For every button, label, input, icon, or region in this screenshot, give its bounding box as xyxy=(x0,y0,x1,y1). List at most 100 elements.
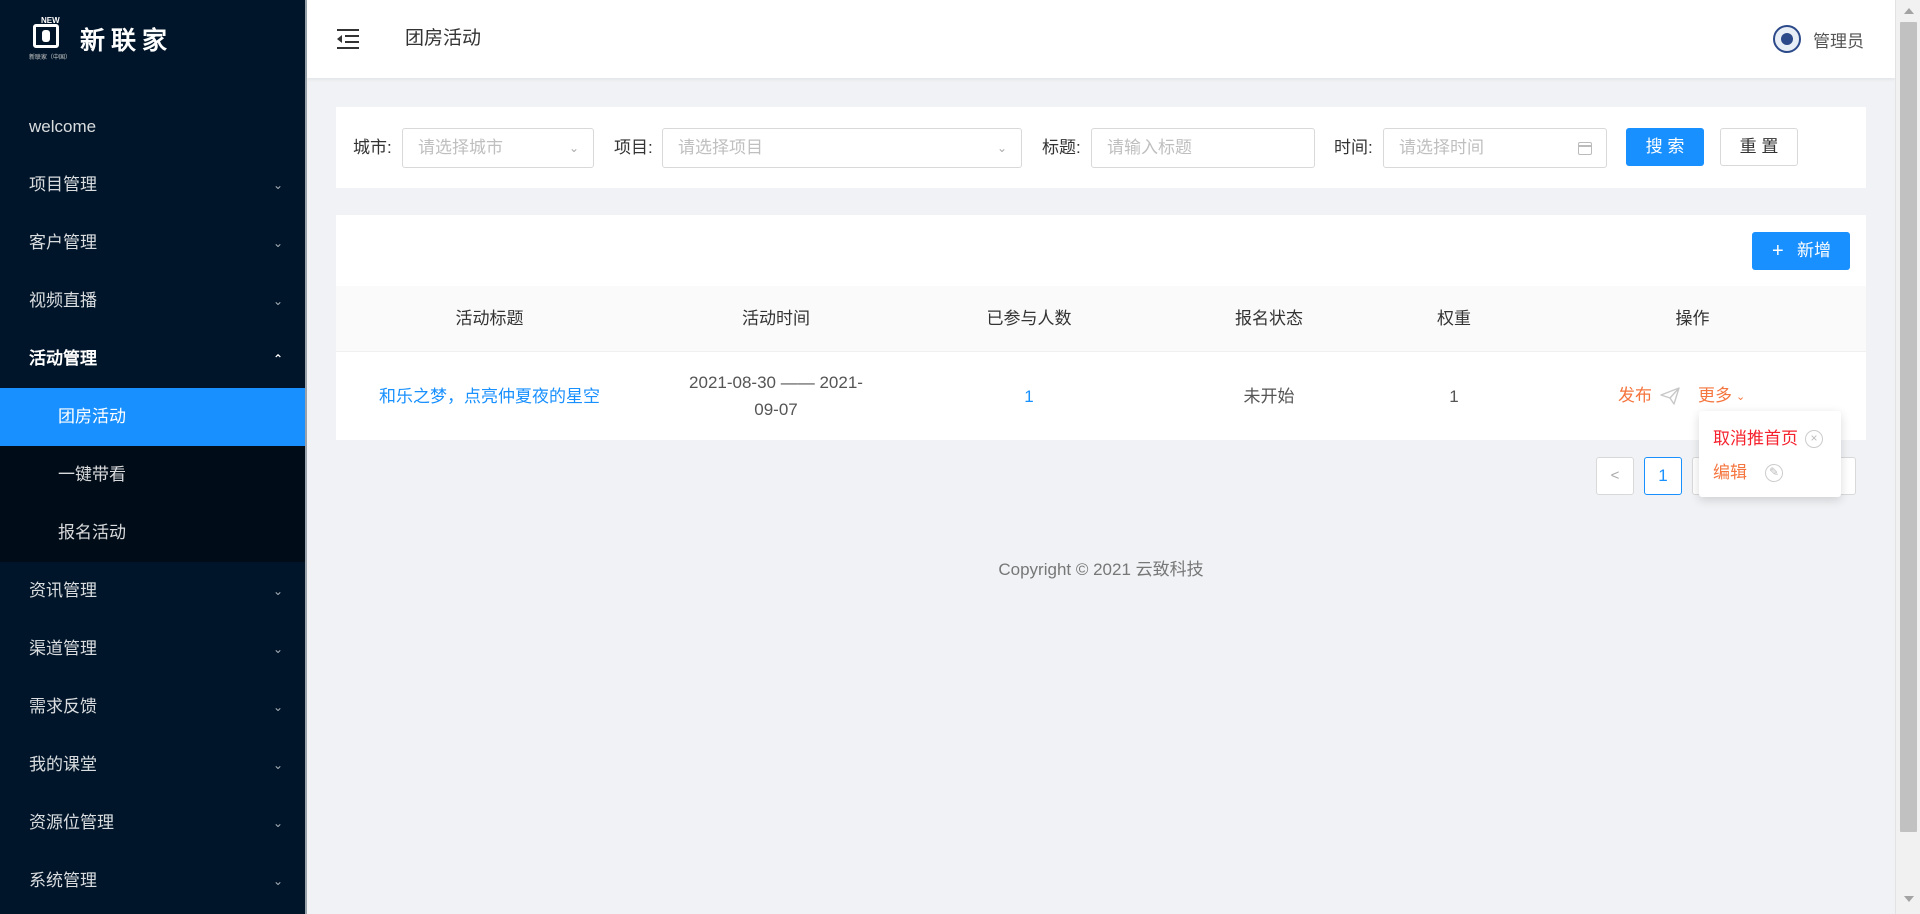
send-icon xyxy=(1660,387,1680,405)
sidebar-item-label: 资源位管理 xyxy=(29,813,114,832)
sidebar-item-system[interactable]: 系统管理 ⌄ xyxy=(0,852,307,910)
top-header: 团房活动 管理员 xyxy=(307,0,1895,78)
pagination-prev-button[interactable]: < xyxy=(1596,457,1634,495)
sidebar-item-label: 一键带看 xyxy=(58,465,126,484)
unpin-homepage-menu-item[interactable]: 取消推首页 xyxy=(1713,424,1798,454)
city-placeholder: 请选择城市 xyxy=(418,138,503,157)
filter-form: 城市: 请选择城市 ⌄ 项目: 请选择项目 ⌄ 标题: 请输入标题 时间: 请选… xyxy=(336,107,1866,188)
page-scrollbar[interactable] xyxy=(1895,0,1920,914)
sidebar-item-news[interactable]: 资讯管理 ⌄ xyxy=(0,562,307,620)
weight-value: 1 xyxy=(1449,386,1459,406)
chevron-up-icon: ⌃ xyxy=(272,352,283,366)
menu-item-label: 编辑 xyxy=(1713,463,1747,482)
time-picker[interactable]: 请选择时间 xyxy=(1383,128,1607,168)
activity-title-link[interactable]: 和乐之梦，点亮仲夏夜的星空 xyxy=(336,352,643,440)
app-logo[interactable]: NEW 新联家（中国） 新联家 xyxy=(29,16,173,62)
sidebar: NEW 新联家（中国） 新联家 welcome 项目管理 ⌄ 客户管理 ⌄ 视频直播… xyxy=(0,0,307,914)
sidebar-item-label: 客户管理 xyxy=(29,233,97,252)
city-label: 城市: xyxy=(353,138,392,157)
project-placeholder: 请选择项目 xyxy=(678,138,763,157)
chevron-down-icon: ⌄ xyxy=(272,642,283,656)
logo-mark-icon: NEW 新联家（中国） xyxy=(29,16,72,62)
reset-button[interactable]: 重 置 xyxy=(1720,128,1798,166)
sidebar-menu: welcome 项目管理 ⌄ 客户管理 ⌄ 视频直播 ⌄ 活动管理 ⌃ 团房活动 一键带… xyxy=(0,98,307,910)
sidebar-item-label: 我的课堂 xyxy=(29,755,97,774)
sidebar-item-label: 团房活动 xyxy=(58,407,126,426)
city-select[interactable]: 请选择城市 ⌄ xyxy=(402,128,594,168)
pagination-page-button[interactable]: 1 xyxy=(1644,457,1682,495)
column-header-title: 活动标题 xyxy=(455,309,524,328)
logo-subtitle: 新联家（中国） xyxy=(29,55,72,61)
copyright-footer: Copyright © 2021 云致科技 xyxy=(998,560,1204,579)
scrollbar-thumb[interactable] xyxy=(1900,22,1917,832)
close-circle-icon: × xyxy=(1805,430,1823,448)
sidebar-item-live-video[interactable]: 视频直播 ⌄ xyxy=(0,272,307,330)
title-label: 标题: xyxy=(1042,138,1081,157)
title-placeholder: 请输入标题 xyxy=(1107,138,1192,157)
chevron-down-icon: ⌄ xyxy=(272,178,283,192)
sidebar-item-my-class[interactable]: 我的课堂 ⌄ xyxy=(0,736,307,794)
sidebar-item-feedback[interactable]: 需求反馈 ⌄ xyxy=(0,678,307,736)
chevron-down-icon: ⌄ xyxy=(272,758,283,772)
sidebar-item-label: 视频直播 xyxy=(29,291,97,310)
activity-time-cell: 2021-08-30 —— 2021- 09-07 xyxy=(643,352,909,440)
project-label: 项目: xyxy=(614,138,653,157)
more-dropdown-menu: 取消推首页 × 编辑 ✎ xyxy=(1699,411,1841,497)
sidebar-item-label: 资讯管理 xyxy=(29,581,97,600)
column-header-weight: 权重 xyxy=(1437,309,1471,328)
add-button[interactable]: + 新增 xyxy=(1752,232,1850,270)
column-header-actions: 操作 xyxy=(1675,309,1710,328)
chevron-down-icon: ⌄ xyxy=(272,236,283,250)
user-name[interactable]: 管理员 xyxy=(1813,27,1864,52)
sidebar-divider xyxy=(305,0,307,914)
title-input[interactable]: 请输入标题 xyxy=(1091,128,1315,168)
menu-item-label: 取消推首页 xyxy=(1713,429,1798,448)
scroll-down-arrow-icon[interactable] xyxy=(1904,896,1914,902)
sidebar-item-activities[interactable]: 活动管理 ⌃ xyxy=(0,330,307,388)
project-select[interactable]: 请选择项目 ⌄ xyxy=(662,128,1022,168)
sidebar-subitem-one-click-tour[interactable]: 一键带看 xyxy=(0,446,307,504)
column-header-participants: 已参与人数 xyxy=(986,309,1072,328)
column-header-time: 活动时间 xyxy=(742,309,810,328)
sidebar-item-welcome[interactable]: welcome xyxy=(0,98,307,156)
chevron-down-icon: ⌄ xyxy=(272,584,283,598)
sidebar-item-label: 渠道管理 xyxy=(29,639,97,658)
avatar[interactable] xyxy=(1773,25,1801,53)
sidebar-item-label: welcome xyxy=(29,117,97,136)
sidebar-item-label: 报名活动 xyxy=(58,523,126,542)
plus-icon: + xyxy=(1772,240,1784,262)
chevron-down-icon: ⌄ xyxy=(996,141,1007,155)
table-row: 和乐之梦，点亮仲夏夜的星空 2021-08-30 —— 2021- 09-07 … xyxy=(336,352,1866,440)
chevron-down-icon: ⌄ xyxy=(272,294,283,308)
sidebar-item-label: 项目管理 xyxy=(29,175,97,194)
activity-time-start: 2021-08-30 —— 2021- xyxy=(689,373,863,392)
chevron-down-icon: ⌄ xyxy=(568,141,579,155)
sidebar-item-resource-slots[interactable]: 资源位管理 ⌄ xyxy=(0,794,307,852)
time-placeholder: 请选择时间 xyxy=(1399,138,1484,157)
signup-status: 未开始 xyxy=(1243,386,1295,406)
time-label: 时间: xyxy=(1334,138,1373,157)
logo-text: 新联家 xyxy=(80,27,174,55)
menu-fold-icon[interactable] xyxy=(337,28,361,50)
user-menu[interactable]: 管理员 xyxy=(1773,25,1864,53)
column-header-status: 报名状态 xyxy=(1235,309,1303,328)
activities-submenu: 团房活动 一键带看 报名活动 xyxy=(0,388,307,562)
sidebar-item-label: 系统管理 xyxy=(29,871,97,890)
participants-count-link[interactable]: 1 xyxy=(909,352,1149,440)
chevron-down-icon: ⌄ xyxy=(272,700,283,714)
scroll-up-arrow-icon[interactable] xyxy=(1904,8,1914,14)
table-header: 活动标题 活动时间 已参与人数 报名状态 权重 操作 xyxy=(336,286,1866,352)
publish-button[interactable]: 发布 xyxy=(1618,352,1652,440)
activity-table-card: + 新增 活动标题 活动时间 已参与人数 报名状态 权重 操作 和乐之梦，点亮仲… xyxy=(336,215,1866,440)
activity-time-end: 09-07 xyxy=(754,400,798,419)
sidebar-item-projects[interactable]: 项目管理 ⌄ xyxy=(0,156,307,214)
edit-menu-item[interactable]: 编辑 xyxy=(1713,458,1747,488)
sidebar-item-customers[interactable]: 客户管理 ⌄ xyxy=(0,214,307,272)
page-title: 团房活动 xyxy=(405,28,482,49)
add-button-label: 新增 xyxy=(1797,241,1831,260)
sidebar-subitem-signup-activity[interactable]: 报名活动 xyxy=(0,504,307,562)
search-button[interactable]: 搜 索 xyxy=(1626,128,1704,166)
sidebar-item-label: 活动管理 xyxy=(29,349,97,368)
sidebar-item-channels[interactable]: 渠道管理 ⌄ xyxy=(0,620,307,678)
sidebar-subitem-group-activity[interactable]: 团房活动 xyxy=(0,388,307,446)
